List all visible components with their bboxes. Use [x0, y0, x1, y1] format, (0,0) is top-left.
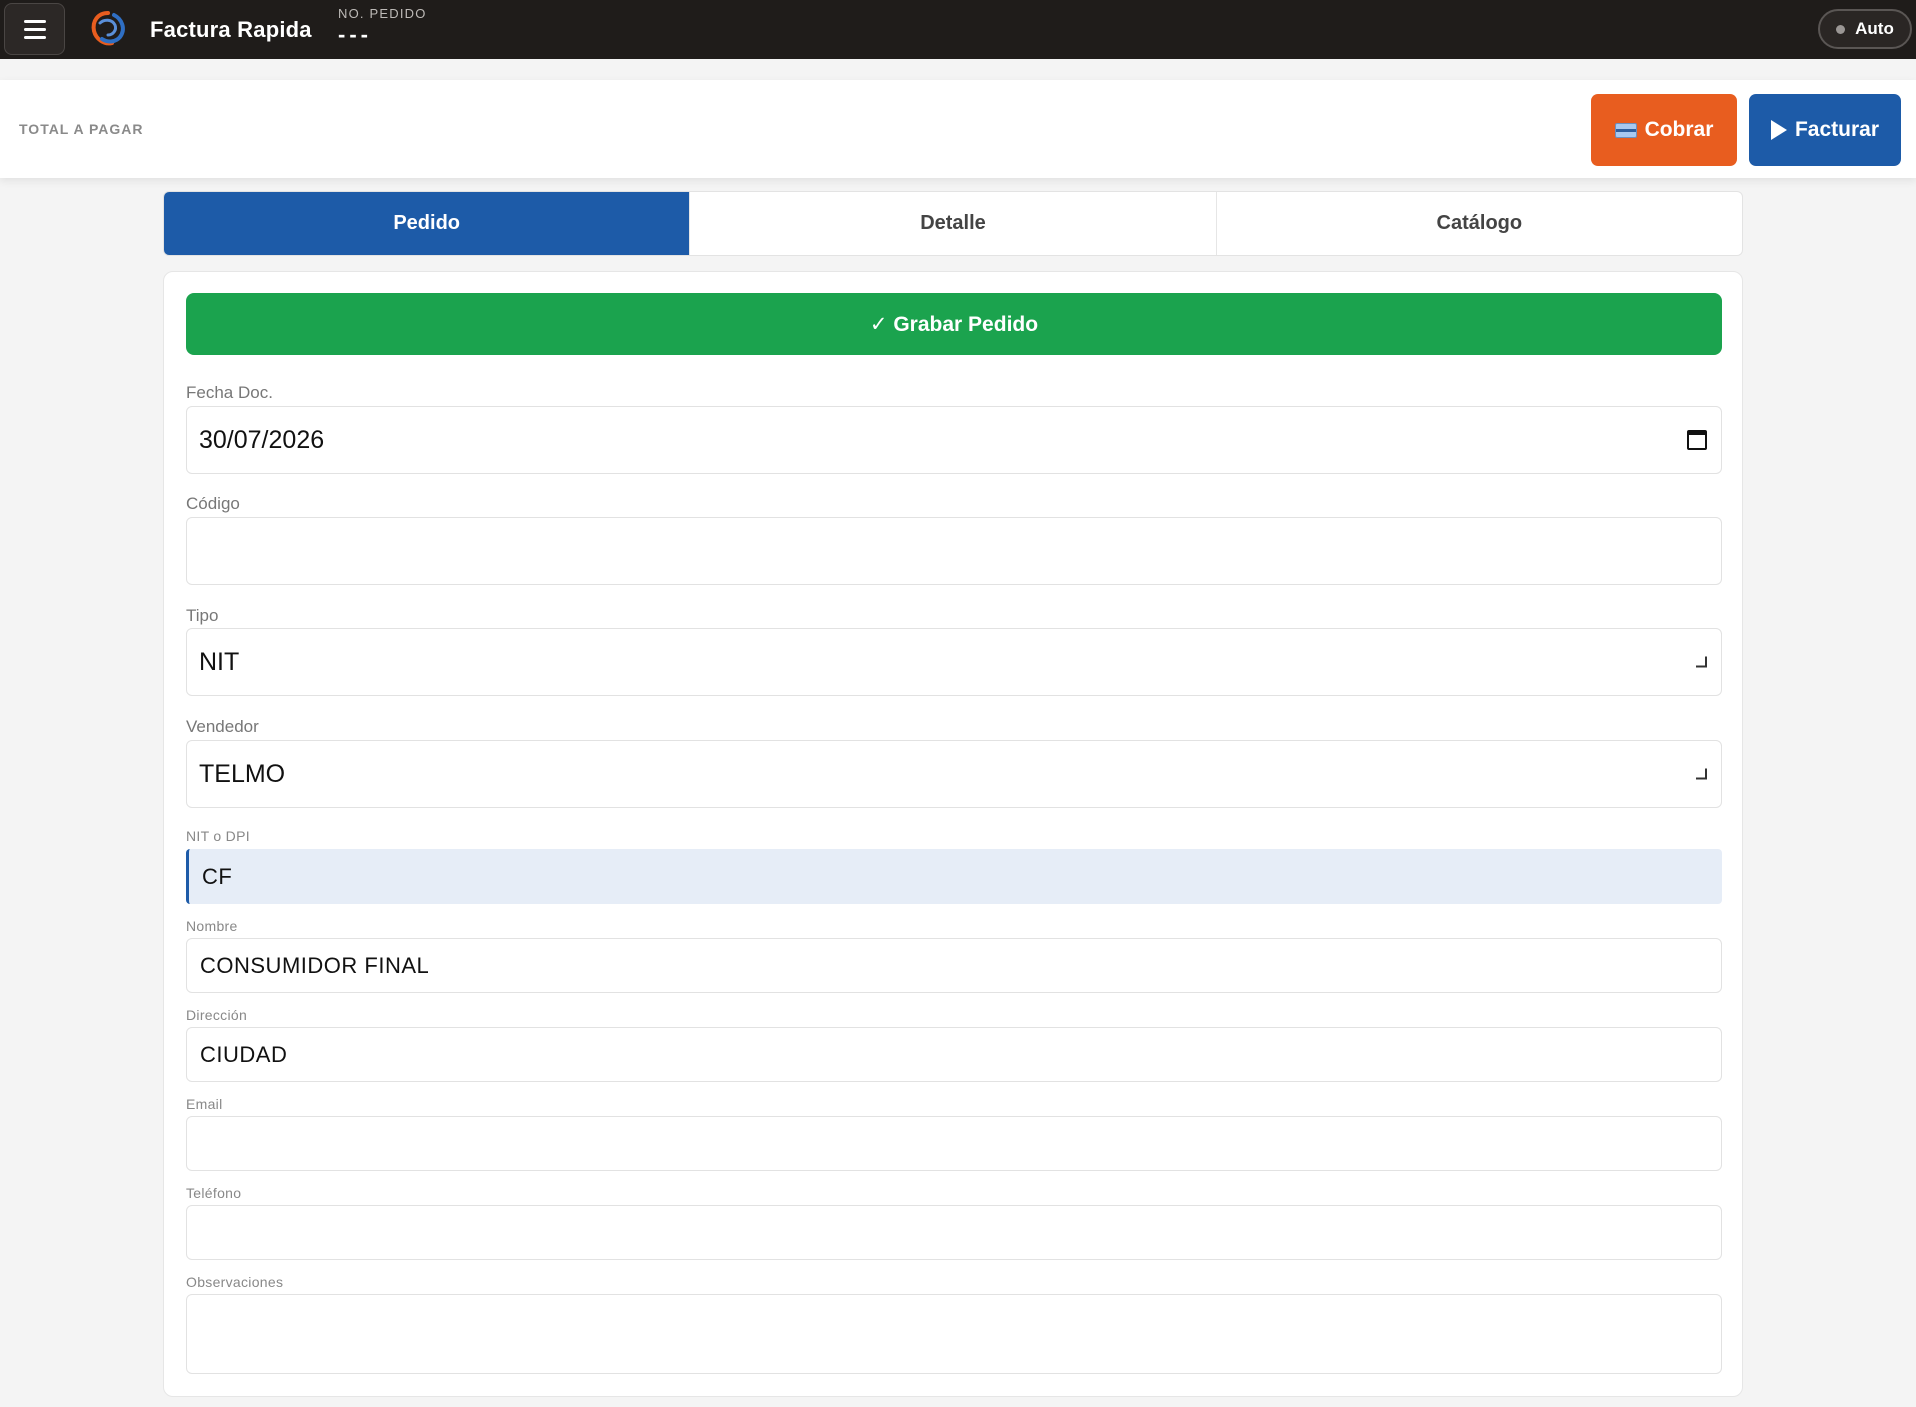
cobrar-label: Cobrar: [1644, 118, 1714, 141]
tab-bar: Pedido Detalle Catálogo: [163, 191, 1743, 256]
play-icon: [1770, 120, 1787, 140]
telefono-label: Teléfono: [186, 1185, 242, 1201]
nombre-label: Nombre: [186, 918, 238, 934]
chevron-down-icon: [1696, 768, 1707, 780]
tab-catalogo[interactable]: Catálogo: [1217, 192, 1742, 255]
menu-button[interactable]: [4, 3, 65, 55]
vendedor-label: Vendedor: [186, 717, 259, 736]
tipo-label: Tipo: [186, 606, 219, 625]
email-label: Email: [186, 1096, 223, 1112]
facturar-button[interactable]: Facturar: [1749, 94, 1901, 166]
nit-input[interactable]: CF: [186, 849, 1722, 904]
order-number-label: NO. PEDIDO: [338, 6, 427, 21]
app-title: Factura Rapida: [150, 17, 312, 42]
tipo-select[interactable]: NIT: [186, 628, 1722, 696]
nit-value: CF: [202, 863, 233, 889]
email-input[interactable]: [186, 1116, 1722, 1171]
chevron-down-icon: [1696, 656, 1707, 668]
cobrar-button[interactable]: Cobrar: [1591, 94, 1737, 166]
menu-icon: [23, 19, 46, 39]
tipo-value: NIT: [199, 647, 240, 676]
fecha-date-input[interactable]: 30/07/2026: [186, 406, 1722, 474]
nombre-input[interactable]: CONSUMIDOR FINAL: [186, 938, 1722, 993]
fecha-label: Fecha Doc.: [186, 383, 273, 402]
total-bar: TOTAL A PAGAR Cobrar Facturar: [0, 80, 1916, 178]
order-number-value: ---: [338, 22, 372, 47]
codigo-input[interactable]: [186, 517, 1722, 585]
calendar-icon[interactable]: [1687, 430, 1707, 450]
observaciones-textarea[interactable]: [186, 1294, 1722, 1374]
facturar-label: Facturar: [1794, 118, 1880, 141]
observaciones-label: Observaciones: [186, 1274, 284, 1290]
direccion-input[interactable]: CIUDAD: [186, 1027, 1722, 1082]
total-label: TOTAL A PAGAR: [19, 121, 144, 137]
nit-label: NIT o DPI: [186, 828, 250, 844]
fecha-value: 30/07/2026: [199, 425, 325, 454]
top-bar: Factura Rapida NO. PEDIDO --- Auto: [0, 0, 1916, 59]
save-order-button[interactable]: ✓ Grabar Pedido: [186, 293, 1722, 355]
nombre-value: CONSUMIDOR FINAL: [200, 952, 430, 978]
app-logo-icon: [91, 11, 125, 46]
tab-detalle[interactable]: Detalle: [690, 192, 1217, 255]
vendedor-select[interactable]: TELMO: [186, 740, 1722, 808]
status-dot-icon: [1836, 24, 1846, 34]
tab-pedido[interactable]: Pedido: [164, 192, 691, 255]
theme-toggle-label: Auto: [1855, 19, 1894, 38]
direccion-value: CIUDAD: [200, 1041, 288, 1067]
theme-toggle-button[interactable]: Auto: [1818, 9, 1912, 49]
credit-card-icon: [1614, 122, 1637, 138]
order-form-card: ✓ Grabar Pedido Fecha Doc. 30/07/2026 Có…: [163, 271, 1743, 1397]
codigo-label: Código: [186, 494, 240, 513]
vendedor-value: TELMO: [199, 759, 286, 788]
telefono-input[interactable]: [186, 1205, 1722, 1260]
direccion-label: Dirección: [186, 1007, 248, 1023]
